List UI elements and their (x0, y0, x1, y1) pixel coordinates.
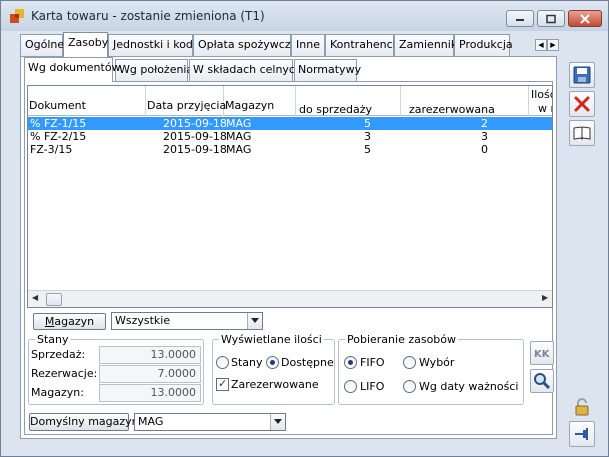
rezerwacje-label: Rezerwacje: (31, 367, 98, 380)
tab-zasoby[interactable]: Zasoby (63, 32, 108, 57)
subtab-wg-dokumentow[interactable]: Wg dokumentów (24, 57, 121, 82)
close-button[interactable] (568, 10, 602, 27)
dostepne-radio-label[interactable]: Dostępne (281, 356, 334, 369)
chevron-down-icon[interactable] (270, 414, 285, 430)
zasoby-panel: Wg dokumentów Wg położenia W składach ce… (20, 56, 557, 439)
cancel-button[interactable] (569, 91, 595, 117)
table-row[interactable]: % FZ-2/15 2015-09-18 MAG 3 3 (28, 130, 552, 143)
fifo-radio[interactable] (344, 356, 357, 369)
stany-radio[interactable] (216, 356, 229, 369)
subtab-w-skladach-celnych[interactable]: W składach celnych (189, 59, 302, 81)
column-header-do-sprzedazy[interactable]: do sprzedaży (296, 86, 401, 116)
title-bar: Karta towaru - zostanie zmieniona (T1) (1, 1, 608, 31)
table-row[interactable]: % FZ-1/15 2015-09-18 MAG 5 2 (28, 117, 552, 130)
tab-kontrahenci[interactable]: Kontrahenci (325, 34, 396, 56)
wg-dokumentow-panel: Dokument Data przyjęcia Magazyn do sprze… (24, 81, 554, 435)
column-header-dokument[interactable]: Dokument (28, 86, 146, 116)
dostepne-radio[interactable] (266, 356, 279, 369)
magazyn-stan-label: Magazyn: (31, 386, 84, 399)
zarezerwowane-checkbox[interactable] (216, 377, 229, 391)
tab-oplata-spozywcza[interactable]: Opłata spożywcza (193, 34, 297, 56)
search-button[interactable] (530, 369, 554, 393)
app-icon (10, 9, 24, 23)
rezerwacje-value: 7.0000 (99, 365, 201, 383)
subtab-wg-polozenia[interactable]: Wg położenia (115, 59, 193, 81)
scroll-left-icon[interactable]: ◀ (32, 293, 38, 302)
save-icon (573, 66, 591, 84)
lock-icon (575, 398, 589, 416)
lifo-radio-label[interactable]: LIFO (360, 380, 384, 393)
main-tabs: Ogólne Zasoby Jednostki i kody Opłata sp… (20, 32, 540, 57)
horizontal-scrollbar[interactable]: ◀ ▶ (28, 290, 552, 307)
zarezerwowane-checkbox-label[interactable]: Zarezerwowane (231, 378, 319, 391)
cancel-icon (574, 96, 590, 112)
stany-radio-label[interactable]: Stany (231, 356, 263, 369)
minimize-button[interactable] (506, 10, 534, 27)
wg-daty-waznosci-radio-label[interactable]: Wg daty ważności (419, 380, 518, 393)
window: Karta towaru - zostanie zmieniona (T1) O… (0, 0, 609, 457)
subtab-normatywy[interactable]: Normatywy (294, 59, 361, 81)
svg-text:KK: KK (534, 349, 551, 360)
tab-zamienniki[interactable]: Zamienniki (394, 34, 460, 56)
tab-ogolne[interactable]: Ogólne (20, 34, 64, 56)
sprzedaz-label: Sprzedaż: (31, 348, 86, 361)
maximize-button[interactable] (537, 10, 565, 27)
tab-produkcja[interactable]: Produkcja (454, 34, 513, 56)
table-row[interactable]: FZ-3/15 2015-09-18 MAG 5 0 (28, 143, 552, 156)
pobieranie-zasobow-group: Pobieranie zasobów (338, 333, 524, 405)
scroll-right-icon[interactable]: ▶ (542, 293, 548, 302)
pin-icon (575, 428, 588, 440)
column-header-zarezerwowana[interactable]: zarezerwowana (401, 86, 529, 116)
save-button[interactable] (569, 62, 595, 88)
lifo-radio[interactable] (344, 380, 357, 393)
sprzedaz-value: 13.0000 (99, 346, 201, 364)
book-icon (573, 126, 591, 140)
pin-button[interactable] (569, 421, 595, 447)
chevron-down-icon[interactable] (247, 313, 262, 329)
magazyn-stan-value: 13.0000 (99, 384, 201, 402)
maximize-icon (546, 14, 556, 23)
window-title: Karta towaru - zostanie zmieniona (T1) (31, 9, 265, 23)
wybor-radio[interactable] (403, 356, 416, 369)
wyswietlane-ilosci-group: Wyświetlane ilości (212, 333, 335, 405)
domyslny-magazyn-button[interactable]: Domyślny magazyn (29, 413, 139, 431)
kk-icon: KK (534, 349, 551, 360)
column-group-ilosc: Ilość (531, 88, 552, 101)
scrollbar-thumb[interactable] (46, 293, 62, 306)
column-group-ilosc-w-m: w m (538, 102, 552, 115)
fifo-radio-label[interactable]: FIFO (360, 356, 385, 369)
tab-inne[interactable]: Inne (291, 34, 325, 56)
domyslny-magazyn-select[interactable]: MAG (134, 413, 286, 431)
magazyn-select[interactable]: Wszystkie (111, 312, 263, 330)
tab-jednostki-i-kody[interactable]: Jednostki i kody (108, 34, 199, 56)
magazyn-button[interactable]: Magazyn (33, 313, 106, 330)
help-button[interactable] (569, 120, 595, 146)
wg-daty-waznosci-radio[interactable] (403, 380, 416, 393)
close-icon (580, 13, 590, 24)
magnifier-icon (534, 373, 551, 390)
lock-button[interactable] (569, 394, 595, 420)
tab-scroll-left[interactable]: ◀ (535, 39, 547, 51)
grid-header: Dokument Data przyjęcia Magazyn do sprze… (28, 86, 552, 116)
kk-button[interactable]: KK (530, 341, 554, 365)
column-header-data-przyjecia[interactable]: Data przyjęcia (146, 86, 226, 116)
column-header-magazyn[interactable]: Magazyn (224, 86, 296, 116)
minimize-icon (516, 18, 524, 21)
documents-grid[interactable]: Dokument Data przyjęcia Magazyn do sprze… (27, 85, 553, 308)
tab-scroll-right[interactable]: ▶ (547, 39, 559, 51)
wybor-radio-label[interactable]: Wybór (419, 356, 454, 369)
